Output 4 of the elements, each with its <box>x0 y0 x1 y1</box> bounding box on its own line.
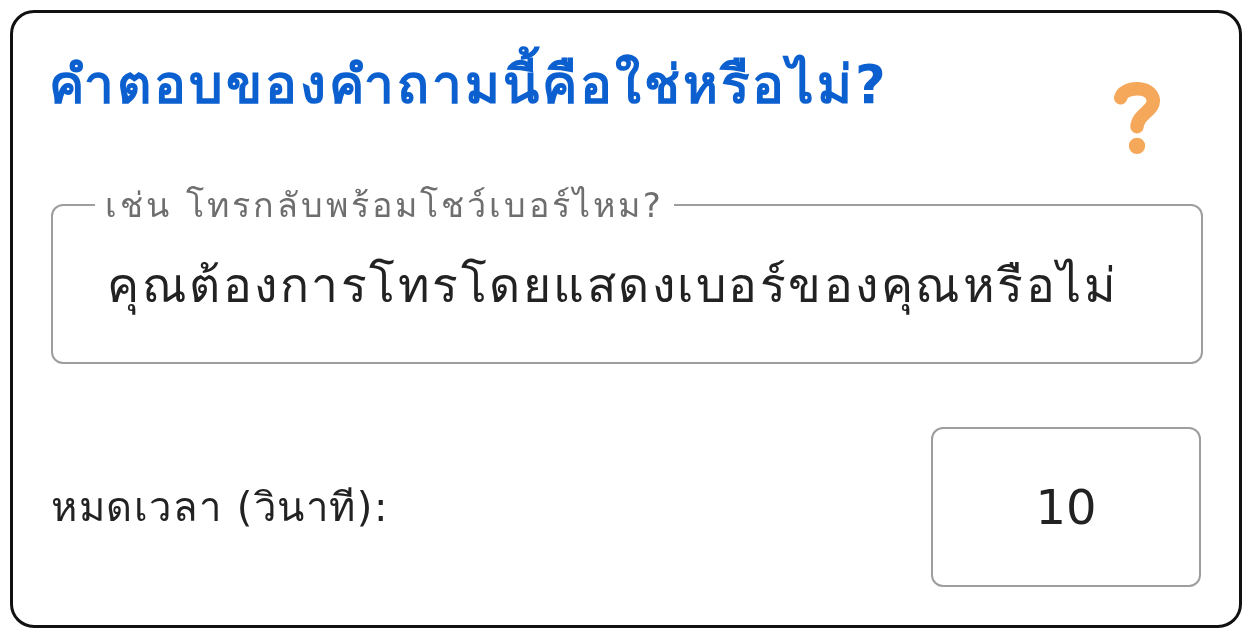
number-field[interactable]: 10 <box>931 427 1201 587</box>
dialog-title: คำตอบของคำถามนี้คือใช่หรือไม่? <box>49 43 889 128</box>
timeout-label: หมดเวลา (วินาที): <box>51 483 389 532</box>
text-field[interactable]: เช่น โทรกลับพร้อมโชว์เบอร์ไหม? คุณต้องการโทรโดยแสดงเบอร์ของคุณหรือไม่ <box>51 188 1203 364</box>
